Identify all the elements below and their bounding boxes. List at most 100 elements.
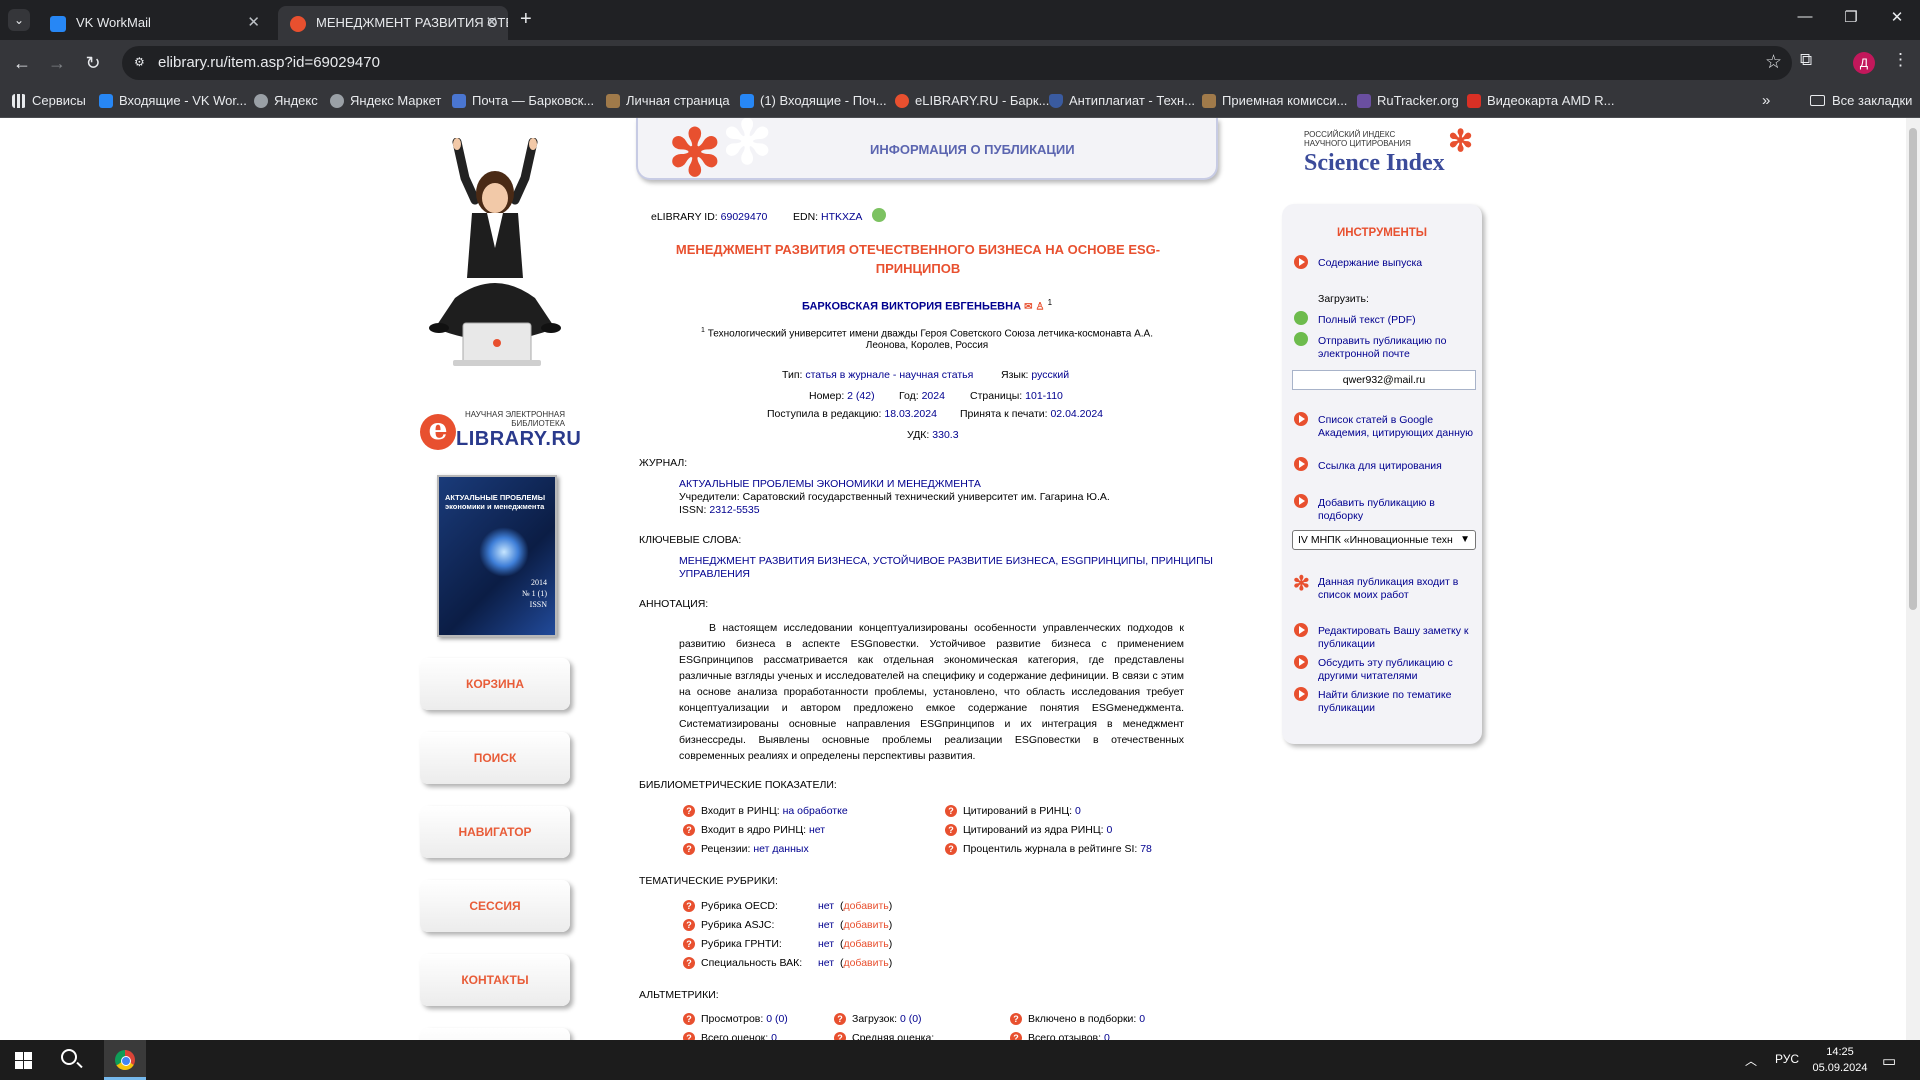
tab-elibrary[interactable]: МЕНЕДЖМЕНТ РАЗВИТИЯ ОТЕ ✕ [278,6,508,40]
close-tab-icon[interactable]: ✕ [485,6,498,40]
keyboard-language[interactable]: РУС [1775,1052,1799,1066]
scrollbar-thumb[interactable] [1909,128,1917,610]
issn-value[interactable]: 2312-5535 [709,504,759,516]
extensions-icon[interactable]: ⧉ [1800,50,1812,70]
help-question-icon[interactable]: ? [683,805,695,817]
search-button[interactable]: ПОИСК [420,732,570,784]
science-index-logo[interactable]: РОССИЙСКИЙ ИНДЕКС НАУЧНОГО ЦИТИРОВАНИЯ S… [1304,125,1484,186]
journal-cover[interactable]: АКТУАЛЬНЫЕ ПРОБЛЕМЫ экономики и менеджме… [437,475,557,637]
help-question-icon[interactable]: ? [945,805,957,817]
bookmark-vk-inbox[interactable]: Входящие - VK Wor... [99,93,247,108]
bookmark-rutracker[interactable]: RuTracker.org [1357,93,1459,108]
google-scholar-link[interactable]: Список статей в Google Академия, цитирую… [1318,414,1478,439]
in-my-works-link[interactable]: Данная публикация входит в список моих р… [1318,576,1478,601]
edn-value[interactable]: HTKXZA [821,211,862,223]
help-question-icon[interactable]: ? [683,919,695,931]
bookmark-antiplagiat[interactable]: Антиплагиат - Техн... [1049,93,1195,108]
bookmark-yandex[interactable]: Яндекс [254,93,318,108]
email-envelope-icon[interactable]: ✉ [1024,302,1032,313]
find-similar-link[interactable]: Найти близкие по тематике публикации [1318,689,1478,714]
citation-link[interactable]: Ссылка для цитирования [1318,460,1478,473]
tab-list-button[interactable]: ⌄ [8,9,30,31]
header-title: ИНФОРМАЦИЯ О ПУБЛИКАЦИИ [870,142,1075,157]
issue-number-value[interactable]: 2 (42) [847,390,874,402]
annotation-text: В настоящем исследовании концептуализиро… [679,622,1184,762]
bookmark-label: Яндекс [274,93,318,108]
edit-note-link[interactable]: Редактировать Вашу заметку к публикации [1318,625,1478,650]
help-question-icon[interactable]: ? [945,843,957,855]
help-question-icon[interactable]: ? [945,824,957,836]
full-text-pdf-link[interactable]: Полный текст (PDF) [1318,314,1478,327]
help-question-icon[interactable]: ? [1010,1013,1022,1025]
notifications-icon[interactable]: ▭ [1882,1052,1896,1070]
help-question-icon[interactable]: ? [834,1032,846,1040]
keywords-line-2[interactable]: УПРАВЛЕНИЯ [679,568,750,580]
add-rubric-link[interactable]: добавить [843,900,888,912]
menu-kebab-icon[interactable]: ⋮ [1892,50,1909,70]
help-question-icon[interactable]: ? [1010,1032,1022,1040]
bookmark-mail[interactable]: Почта — Барковск... [452,93,594,108]
profile-avatar[interactable]: Д [1853,52,1875,74]
author-name[interactable]: БАРКОВСКАЯ ВИКТОРИЯ ЕВГЕНЬЕВНА [802,301,1021,313]
issue-contents-link[interactable]: Содержание выпуска [1318,257,1478,270]
type-label: Тип: [782,369,803,381]
bookmark-inbox-mail[interactable]: (1) Входящие - Поч... [740,93,887,108]
bookmark-yandex-market[interactable]: Яндекс Маркет [330,93,441,108]
minimize-icon[interactable]: — [1782,8,1828,25]
issn-label: ISSN: [679,504,707,516]
help-question-icon[interactable]: ? [683,824,695,836]
add-rubric-link[interactable]: добавить [843,919,888,931]
all-bookmarks-button[interactable]: Все закладки [1810,93,1912,108]
bookmark-admissions[interactable]: Приемная комисси... [1202,93,1347,108]
qr-code-icon[interactable] [872,208,886,222]
send-by-email-link[interactable]: Отправить публикацию по электронной почт… [1318,335,1478,360]
chrome-taskbar-button[interactable] [104,1040,146,1080]
more-bookmarks-icon[interactable]: » [1762,92,1770,109]
bookmark-personal-page[interactable]: Личная страница [606,93,730,108]
collection-select[interactable]: IV МНПК «Инновационные техн ▼ [1292,530,1476,550]
site-settings-icon[interactable]: ⚙ [134,55,150,71]
page-scrollbar[interactable] [1906,118,1920,1040]
extra-side-button[interactable] [420,1028,570,1040]
elibrary-logo[interactable]: e НАУЧНАЯ ЭЛЕКТРОННАЯ БИБЛИОТЕКА LIBRARY… [420,408,581,456]
biblio-rinc-row: Входит в РИНЦ: на обработке [701,805,848,817]
close-tab-icon[interactable]: ✕ [247,6,260,40]
email-input[interactable]: qwer932@mail.ru [1292,370,1476,390]
session-button[interactable]: СЕССИЯ [420,880,570,932]
keywords-line-1[interactable]: МЕНЕДЖМЕНТ РАЗВИТИЯ БИЗНЕСА, УСТОЙЧИВОЕ … [679,555,1213,567]
windows-start-icon[interactable] [15,1052,32,1069]
clock[interactable]: 14:25 05.09.2024 [1810,1044,1870,1076]
close-window-icon[interactable]: ✕ [1874,8,1920,26]
restore-icon[interactable]: ❐ [1828,8,1874,26]
bookmark-elibrary[interactable]: eLIBRARY.RU - Барк... [895,93,1049,108]
contacts-button[interactable]: КОНТАКТЫ [420,954,570,1006]
help-question-icon[interactable]: ? [683,957,695,969]
address-bar[interactable]: ⚙ elibrary.ru/item.asp?id=69029470 ☆ [122,46,1792,80]
bookmark-services[interactable]: Сервисы [12,93,86,108]
forward-icon[interactable]: → [44,50,70,76]
add-rubric-link[interactable]: добавить [843,957,888,969]
help-question-icon[interactable]: ? [683,1013,695,1025]
bookmark-amd-gpu[interactable]: Видеокарта AMD R... [1467,93,1615,108]
navigator-button[interactable]: НАВИГАТОР [420,806,570,858]
tab-vk-workmail[interactable]: VK WorkMail ✕ [38,6,270,40]
add-to-collection-link[interactable]: Добавить публикацию в подборку [1318,497,1478,522]
biblio-label: Рецензии: [701,843,751,855]
reload-icon[interactable]: ↻ [80,50,106,76]
rubric-label: Рубрика OECD: [701,900,778,912]
tray-chevron-up-icon[interactable]: ︿ [1745,1052,1757,1069]
search-icon[interactable] [61,1049,77,1065]
new-tab-button[interactable]: + [520,8,532,30]
journal-name-link[interactable]: АКТУАЛЬНЫЕ ПРОБЛЕМЫ ЭКОНОМИКИ И МЕНЕДЖМЕ… [679,478,981,490]
discuss-link[interactable]: Обсудить эту публикацию с другими читате… [1318,657,1478,682]
help-question-icon[interactable]: ? [683,843,695,855]
back-icon[interactable]: ← [9,50,35,76]
help-question-icon[interactable]: ? [683,938,695,950]
help-question-icon[interactable]: ? [834,1013,846,1025]
cart-button[interactable]: КОРЗИНА [420,658,570,710]
help-question-icon[interactable]: ? [683,900,695,912]
bookmark-star-icon[interactable]: ☆ [1765,51,1782,74]
person-profile-icon[interactable]: ♙ [1036,302,1045,313]
help-question-icon[interactable]: ? [683,1032,695,1040]
add-rubric-link[interactable]: добавить [843,938,888,950]
